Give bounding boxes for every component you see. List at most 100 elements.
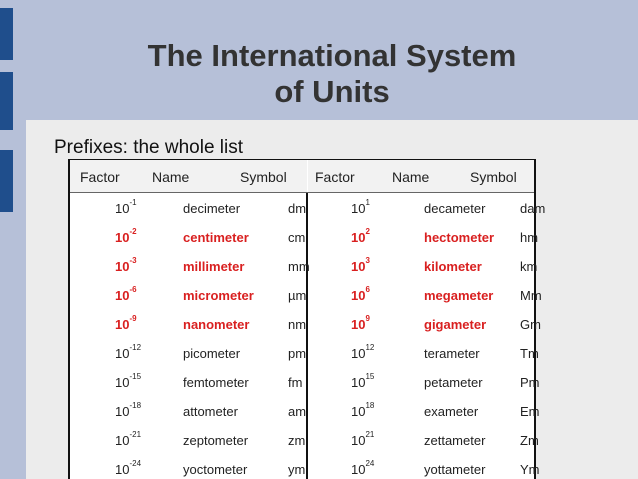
factor-cell: 1024 <box>351 459 375 477</box>
symbol-cell: pm <box>288 346 307 361</box>
prefix-name-cell: zettameter <box>424 433 486 448</box>
symbol-cell: ym <box>288 462 306 477</box>
factor-base: 10 <box>115 462 130 477</box>
factor-base: 10 <box>351 201 366 216</box>
symbol-cell: km <box>520 259 538 274</box>
factor-exponent: 21 <box>365 430 375 439</box>
header-factor: Factor <box>80 169 120 185</box>
factor-cell: 10-18 <box>115 401 142 419</box>
factor-cell: 10-1 <box>115 198 137 216</box>
factor-cell: 10-15 <box>115 372 142 390</box>
symbol-cell: Tm <box>520 346 539 361</box>
factor-exponent: -1 <box>129 198 137 207</box>
symbol-cell: dam <box>520 201 546 216</box>
factor-base: 10 <box>115 259 130 274</box>
factor-base: 10 <box>351 462 366 477</box>
factor-base: 10 <box>351 230 366 245</box>
left-marker <box>0 72 13 130</box>
factor-exponent: -15 <box>129 372 142 381</box>
factor-exponent: -18 <box>129 401 142 410</box>
factor-exponent: 6 <box>365 285 370 294</box>
factor-cell: 10-21 <box>115 430 142 448</box>
factor-cell: 10-6 <box>115 285 137 303</box>
header-name: Name <box>152 169 190 185</box>
factor-base: 10 <box>115 317 130 332</box>
prefix-name-cell: hectometer <box>424 230 495 245</box>
header-separator <box>307 160 308 192</box>
factor-cell: 10-24 <box>115 459 142 477</box>
symbol-cell: dm <box>288 201 307 216</box>
factor-exponent: -21 <box>129 430 142 439</box>
factor-base: 10 <box>115 201 130 216</box>
factor-base: 10 <box>115 375 130 390</box>
prefix-name-cell: femtometer <box>183 375 249 390</box>
factor-cell: 10-3 <box>115 256 137 274</box>
symbol-cell: fm <box>288 375 303 390</box>
factor-cell: 10-9 <box>115 314 137 332</box>
prefix-name-cell: decameter <box>424 201 486 216</box>
factor-exponent: 12 <box>365 343 375 352</box>
factor-exponent: -2 <box>129 227 137 236</box>
factor-base: 10 <box>351 404 366 419</box>
prefix-name-cell: decimeter <box>183 201 241 216</box>
prefix-name-cell: megameter <box>424 288 494 303</box>
slide-title: The International System of Units <box>26 38 638 110</box>
header-symbol: Symbol <box>240 169 287 185</box>
symbol-cell: Pm <box>520 375 540 390</box>
factor-base: 10 <box>351 346 366 361</box>
prefix-name-cell: attometer <box>183 404 238 419</box>
symbol-cell: zm <box>288 433 306 448</box>
prefix-name-cell: zeptometer <box>183 433 249 448</box>
factor-cell: 103 <box>351 256 370 274</box>
prefix-name-cell: yoctometer <box>183 462 248 477</box>
title-line-2: of Units <box>274 74 390 109</box>
factor-exponent: 1 <box>365 198 370 207</box>
factor-base: 10 <box>351 433 366 448</box>
factor-cell: 1021 <box>351 430 375 448</box>
prefix-name-cell: yottameter <box>424 462 486 477</box>
symbol-cell: mm <box>288 259 310 274</box>
header-factor: Factor <box>315 169 355 185</box>
factor-exponent: 3 <box>365 256 370 265</box>
factor-base: 10 <box>351 375 366 390</box>
factor-cell: 1015 <box>351 372 375 390</box>
factor-cell: 10-2 <box>115 227 137 245</box>
symbol-cell: Gm <box>520 317 541 332</box>
prefix-name-cell: kilometer <box>424 259 482 274</box>
factor-exponent: -3 <box>129 256 137 265</box>
factor-cell: 10-12 <box>115 343 141 361</box>
symbol-cell: Mm <box>520 288 542 303</box>
symbol-cell: Ym <box>520 462 540 477</box>
factor-exponent: 24 <box>365 459 375 468</box>
column-divider <box>306 193 308 479</box>
header-name: Name <box>392 169 430 185</box>
symbol-cell: Zm <box>520 433 539 448</box>
prefix-name-cell: micrometer <box>183 288 254 303</box>
factor-cell: 101 <box>351 198 370 216</box>
factor-exponent: 2 <box>365 227 370 236</box>
factor-exponent: -24 <box>129 459 142 468</box>
factor-base: 10 <box>115 404 130 419</box>
factor-cell: 102 <box>351 227 370 245</box>
symbol-cell: µm <box>288 288 307 303</box>
factor-exponent: 9 <box>365 314 370 323</box>
factor-cell: 1018 <box>351 401 374 419</box>
factor-base: 10 <box>351 288 366 303</box>
prefix-name-cell: centimeter <box>183 230 249 245</box>
factor-cell: 106 <box>351 285 370 303</box>
prefix-name-cell: exameter <box>424 404 479 419</box>
symbol-cell: cm <box>288 230 306 245</box>
prefix-name-cell: nanometer <box>183 317 250 332</box>
title-line-1: The International System <box>147 38 517 73</box>
symbol-cell: am <box>288 404 307 419</box>
subtitle: Prefixes: the whole list <box>54 137 244 158</box>
factor-exponent: 15 <box>365 372 375 381</box>
factor-base: 10 <box>115 288 130 303</box>
symbol-cell: Em <box>520 404 540 419</box>
left-marker <box>0 8 13 60</box>
factor-base: 10 <box>351 317 366 332</box>
prefix-name-cell: millimeter <box>183 259 245 274</box>
symbol-cell: hm <box>520 230 539 245</box>
prefix-name-cell: petameter <box>424 375 483 390</box>
prefix-name-cell: gigameter <box>424 317 487 332</box>
